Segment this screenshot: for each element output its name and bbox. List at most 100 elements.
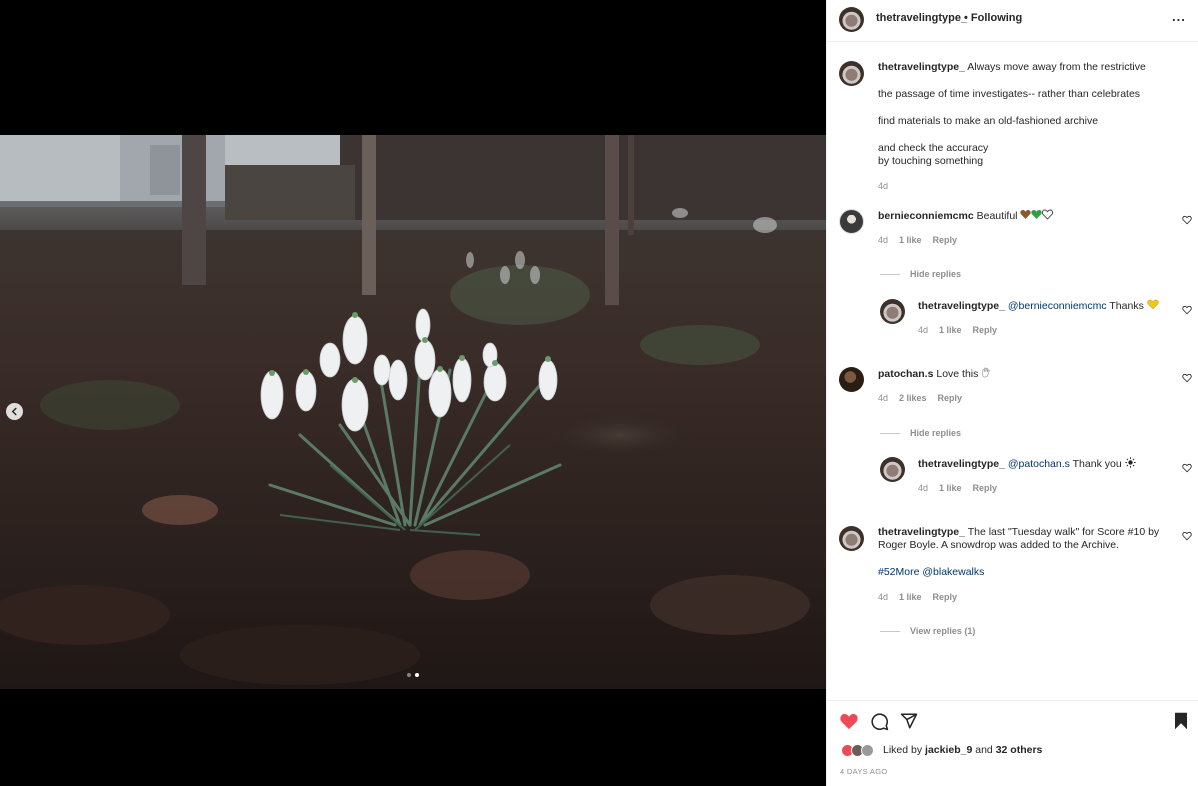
reply-username[interactable]: thetravelingtype_ — [918, 458, 1005, 470]
comment-meta: 4d 2 likes Reply — [878, 393, 962, 403]
reply-time: 4d — [918, 483, 929, 493]
liker-avatar — [861, 744, 874, 757]
post-dialog: thetravelingtype_ • Following ... thetra… — [0, 0, 1198, 786]
comment-likes[interactable]: 1 like — [899, 592, 922, 602]
caption-line: by touching something — [878, 155, 984, 167]
mention-link[interactable]: @blakewalks — [922, 566, 984, 578]
post-actions: Liked by jackieb_9 and 32 others 4 DAYS … — [827, 700, 1198, 786]
reply-likes[interactable]: 1 like — [939, 483, 962, 493]
liked-by-text: Liked by jackieb_9 and 32 others — [883, 744, 1042, 756]
divider-line — [880, 273, 900, 275]
liked-others-link[interactable]: 32 others — [996, 744, 1043, 756]
reply: thetravelingtype_ @patochan.s Thank you — [918, 457, 1136, 472]
reply-avatar[interactable] — [880, 457, 905, 482]
comment-username[interactable]: thetravelingtype_ — [878, 526, 965, 538]
share-icon[interactable] — [900, 712, 918, 730]
comment-text: Roger Boyle. A snowdrop was added to the… — [878, 539, 1120, 551]
comment-like-heart-icon[interactable] — [1182, 531, 1192, 541]
comment-username[interactable]: patochan.s — [878, 368, 933, 380]
hand-icon — [982, 367, 990, 378]
reply-time: 4d — [918, 325, 929, 335]
reply-button[interactable]: Reply — [938, 393, 963, 403]
follow-status[interactable]: • Following — [964, 12, 1022, 24]
comment-tags: #52More @blakewalks — [878, 566, 984, 580]
comment: thetravelingtype_ The last "Tuesday walk… — [878, 526, 1178, 540]
heart-icon[interactable] — [839, 712, 859, 730]
post-header: thetravelingtype_ • Following ... — [827, 0, 1198, 42]
liked-user-link[interactable]: jackieb_9 — [925, 744, 972, 756]
brown-heart-icon — [1020, 209, 1032, 219]
snowdrop-photo — [0, 135, 826, 689]
comment-time: 4d — [878, 235, 889, 245]
reply-avatar[interactable] — [880, 299, 905, 324]
reply-text: Thank you — [1072, 458, 1122, 470]
white-heart-icon — [1042, 209, 1054, 220]
hearts-emoji — [1020, 209, 1054, 220]
liked-prefix: Liked by — [883, 744, 923, 756]
hide-replies-toggle[interactable]: Hide replies — [880, 428, 961, 438]
yellow-heart-icon — [1147, 299, 1159, 310]
reply-button[interactable]: Reply — [933, 235, 958, 245]
follow-status-label: Following — [970, 12, 1023, 24]
bookmark-icon[interactable] — [1173, 712, 1189, 730]
reply-like-heart-icon[interactable] — [1182, 463, 1192, 473]
comment: patochan.s Love this — [878, 367, 991, 382]
reply-likes[interactable]: 1 like — [939, 325, 962, 335]
comment-time: 4d — [878, 592, 889, 602]
comment-like-heart-icon[interactable] — [1182, 373, 1192, 383]
sun-icon — [1124, 457, 1136, 468]
hide-replies-toggle[interactable]: Hide replies — [880, 269, 961, 279]
post-photo[interactable] — [0, 135, 826, 689]
caption-time: 4d — [878, 181, 889, 191]
previous-slide-button[interactable] — [6, 403, 23, 420]
chevron-left-icon — [11, 407, 17, 416]
author-avatar[interactable] — [839, 7, 864, 32]
comment-text: Beautiful — [976, 210, 1018, 222]
post-timestamp[interactable]: 4 DAYS AGO — [840, 767, 887, 776]
post-side-panel: thetravelingtype_ • Following ... thetra… — [826, 0, 1198, 786]
comment-likes[interactable]: 1 like — [899, 235, 922, 245]
reply-button[interactable]: Reply — [933, 592, 958, 602]
green-heart-icon — [1031, 209, 1043, 219]
caption-avatar[interactable] — [839, 61, 864, 86]
view-replies-toggle[interactable]: View replies (1) — [880, 626, 975, 636]
comment-like-heart-icon[interactable] — [1182, 215, 1192, 225]
reply-meta: 4d 1 like Reply — [918, 325, 997, 335]
reply-button[interactable]: Reply — [973, 325, 998, 335]
author-username[interactable]: thetravelingtype_ — [876, 12, 967, 24]
reply-meta: 4d 1 like Reply — [918, 483, 997, 493]
reply-text: Thanks — [1109, 300, 1144, 312]
comment-text: The last "Tuesday walk" for Score #10 by — [967, 526, 1160, 538]
comment-text: Love this — [936, 368, 979, 380]
reply-mention[interactable]: @bernieconniemcmc — [1008, 300, 1107, 312]
caption-meta: 4d — [878, 181, 888, 191]
caption: thetravelingtype_ Always move away from … — [878, 61, 1178, 75]
comment: bernieconniemcmc Beautiful — [878, 209, 1054, 224]
comment-icon[interactable] — [870, 712, 889, 731]
commenter-avatar[interactable] — [839, 526, 864, 551]
hashtag-link[interactable]: #52More — [878, 566, 919, 578]
reply-button[interactable]: Reply — [973, 483, 998, 493]
reply: thetravelingtype_ @bernieconniemcmc Than… — [918, 299, 1159, 314]
reply-mention[interactable]: @patochan.s — [1008, 458, 1070, 470]
caption-line: Always move away from the restrictive — [967, 61, 1146, 73]
carousel-dot — [407, 673, 411, 677]
more-options-button[interactable]: ... — [1172, 9, 1186, 24]
carousel-dot-active — [415, 673, 419, 677]
comment-username[interactable]: bernieconniemcmc — [878, 210, 974, 222]
media-pane — [0, 0, 826, 786]
divider-line — [880, 630, 900, 632]
separator-dot: • — [964, 12, 968, 24]
commenter-avatar[interactable] — [839, 209, 864, 234]
reply-like-heart-icon[interactable] — [1182, 305, 1192, 315]
liked-and: and — [975, 744, 993, 756]
comment-time: 4d — [878, 393, 889, 403]
carousel-indicator — [0, 673, 826, 677]
comment-meta: 4d 1 like Reply — [878, 235, 957, 245]
commenter-avatar[interactable] — [839, 367, 864, 392]
toggle-label: Hide replies — [910, 428, 962, 438]
caption-username[interactable]: thetravelingtype_ — [878, 61, 965, 73]
reply-username[interactable]: thetravelingtype_ — [918, 300, 1005, 312]
divider-line — [880, 432, 900, 434]
comment-likes[interactable]: 2 likes — [899, 393, 927, 403]
